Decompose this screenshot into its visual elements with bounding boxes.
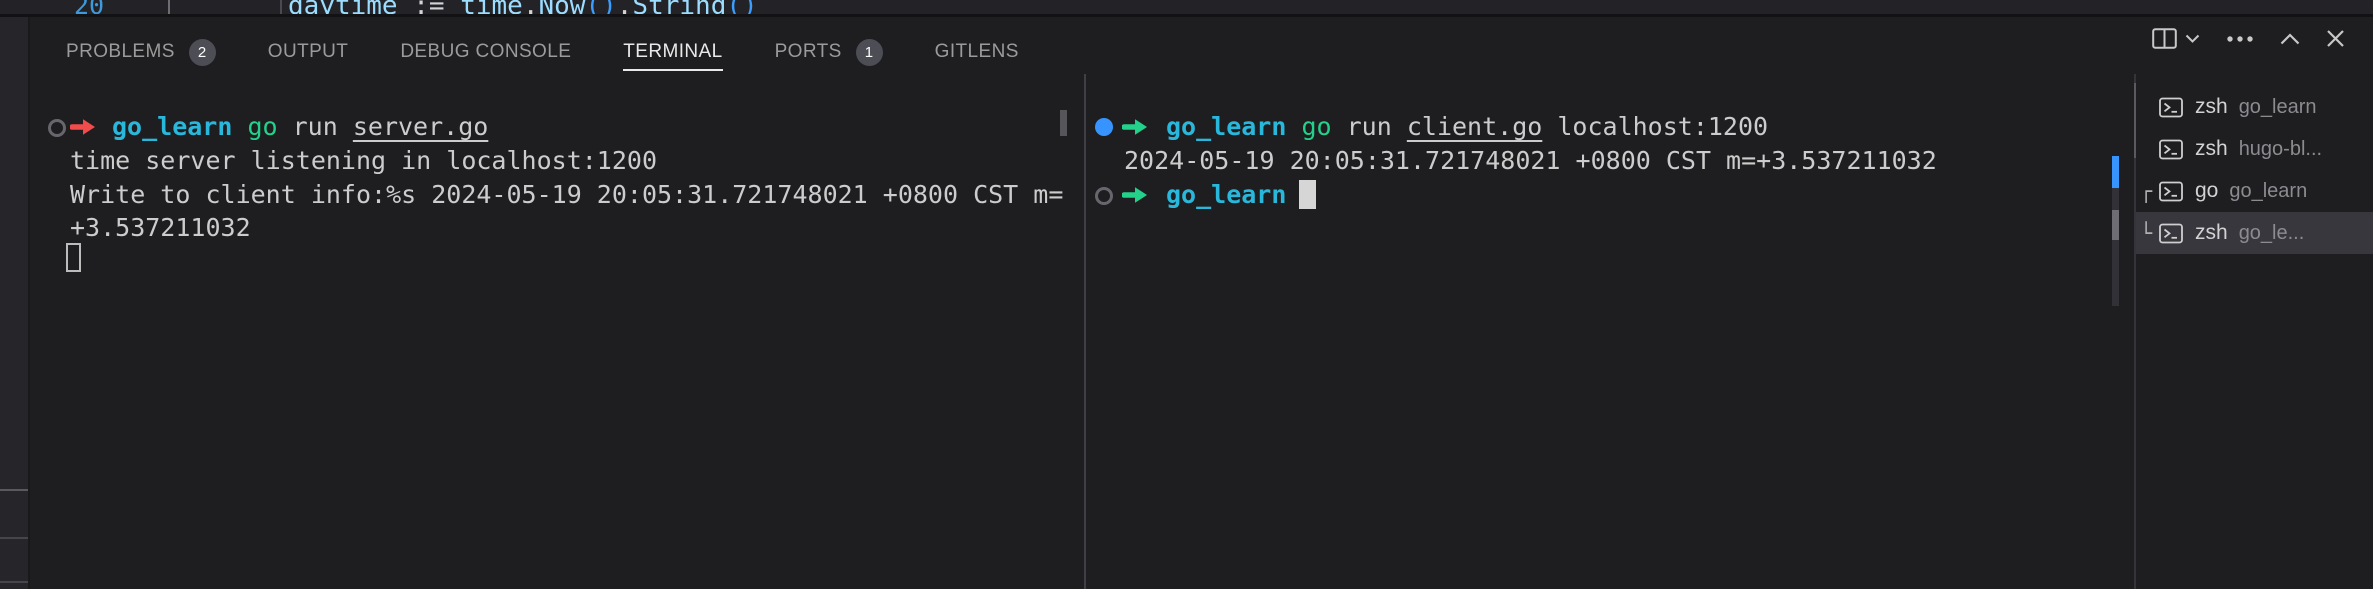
- terminal-prompt-line: go_learn: [1166, 178, 1316, 212]
- close-panel-button[interactable]: [2326, 29, 2345, 48]
- right-terminal-scrollbar-thumb[interactable]: [2112, 210, 2119, 240]
- terminal-list-item-zsh-hugo[interactable]: zsh hugo-bl...: [2136, 128, 2373, 170]
- ellipsis-icon: [2226, 35, 2254, 43]
- maximize-panel-button[interactable]: [2280, 33, 2300, 45]
- background-ui-sliver: [0, 17, 30, 589]
- split-panel-icon: [2152, 28, 2177, 49]
- tab-ports[interactable]: PORTS 1: [775, 30, 883, 74]
- left-terminal-scrollbar[interactable]: [1060, 110, 1067, 136]
- terminal-description: go_learn: [2239, 96, 2317, 119]
- tab-problems[interactable]: PROBLEMS 2: [66, 30, 216, 74]
- divider: [0, 581, 28, 583]
- prompt-cwd: go_learn: [112, 112, 232, 141]
- prompt-cwd: go_learn: [1166, 112, 1286, 141]
- command-decoration-circle[interactable]: [48, 119, 66, 137]
- prompt-file-arg: client.go: [1407, 112, 1542, 141]
- terminal-description: go_learn: [2229, 180, 2307, 203]
- tab-output[interactable]: OUTPUT: [268, 30, 349, 74]
- terminal-icon: [2158, 137, 2184, 162]
- terminal-tabs-list: zsh go_learn zsh hugo-bl... ┌ go go_lear…: [2136, 86, 2373, 254]
- code-token-function: String: [632, 0, 726, 14]
- prompt-arrow-icon: [1122, 185, 1150, 210]
- terminal-cursor-focused: [1299, 180, 1316, 209]
- terminal-list-item-go-go-learn[interactable]: ┌ go go_learn: [2136, 170, 2373, 212]
- editor-strip[interactable]: 20 daytime := time.Now().String(): [0, 0, 2373, 14]
- terminal-shell-label: zsh: [2195, 137, 2228, 161]
- more-actions-button[interactable]: [2226, 35, 2254, 43]
- code-token-variable: daytime: [288, 0, 398, 14]
- prompt-cwd: go_learn: [1166, 180, 1286, 209]
- terminal-split-sash[interactable]: [1084, 74, 1086, 589]
- divider: [0, 489, 28, 491]
- panel-tab-bar: PROBLEMS 2 OUTPUT DEBUG CONSOLE TERMINAL…: [66, 30, 1019, 74]
- terminal-cursor-unfocused: [66, 243, 81, 272]
- tab-gitlens[interactable]: GITLENS: [935, 30, 1019, 74]
- terminal-icon: [2158, 95, 2184, 120]
- command-decoration-circle[interactable]: [1095, 187, 1113, 205]
- terminal-description: go_le...: [2239, 222, 2305, 245]
- terminal-shell-label: zsh: [2195, 221, 2228, 245]
- prompt-command: go: [1286, 112, 1331, 141]
- tab-label: TERMINAL: [623, 41, 722, 63]
- tab-label: PORTS: [775, 41, 842, 63]
- prompt-args: run: [278, 112, 353, 141]
- prompt-host-arg: localhost:1200: [1542, 112, 1768, 141]
- problems-count-badge: 2: [189, 39, 216, 66]
- code-token-parens: (): [585, 0, 616, 14]
- terminal-icon: [2158, 179, 2184, 204]
- terminal-output-line: time server listening in localhost:1200: [70, 144, 657, 178]
- split-group-prefix: ┌: [2140, 179, 2158, 203]
- code-token-parens: (): [726, 0, 757, 14]
- split-group-prefix: └: [2140, 221, 2158, 245]
- panel-top-border: [0, 14, 2373, 17]
- terminal-output-line: Write to client info:%s 2024-05-19 20:05…: [70, 178, 1063, 212]
- tab-label: OUTPUT: [268, 41, 349, 63]
- code-token-package: time: [460, 0, 523, 14]
- panel-actions: [2152, 28, 2345, 49]
- code-token-function: Now: [538, 0, 585, 14]
- terminal-icon: [2158, 221, 2184, 246]
- tab-label: GITLENS: [935, 41, 1019, 63]
- prompt-arrow-icon: [1122, 117, 1150, 142]
- chevron-down-icon: [2185, 34, 2200, 44]
- terminal-output-line: 2024-05-19 20:05:31.721748021 +0800 CST …: [1124, 144, 1937, 178]
- terminal-description: hugo-bl...: [2239, 138, 2322, 161]
- editor-line-number: 20: [74, 0, 104, 14]
- vscode-panel: { "editor": { "line_number": "20", "code…: [0, 0, 2373, 589]
- prompt-command: go: [232, 112, 277, 141]
- terminal-list-item-zsh-go-learn[interactable]: zsh go_learn: [2136, 86, 2373, 128]
- prompt-file-arg: server.go: [353, 112, 488, 141]
- scrollbar-command-decoration: [2112, 156, 2119, 188]
- tab-terminal[interactable]: TERMINAL: [623, 30, 722, 74]
- editor-indent-guide: [168, 0, 170, 14]
- editor-code-line: daytime := time.Now().String(): [288, 0, 758, 14]
- terminal-shell-label: zsh: [2195, 95, 2228, 119]
- code-token-dot: .: [523, 0, 539, 14]
- ports-count-badge: 1: [856, 39, 883, 66]
- command-decoration-circle[interactable]: [1095, 118, 1113, 136]
- tab-label: PROBLEMS: [66, 41, 175, 63]
- terminal-list-item-zsh-go-learn-selected[interactable]: └ zsh go_le...: [2136, 212, 2373, 254]
- code-token-assign: :=: [398, 0, 461, 14]
- terminal-prompt-line: go_learn go run client.go localhost:1200: [1166, 110, 1768, 144]
- prompt-args: run: [1332, 112, 1407, 141]
- prompt-arrow-icon: [70, 117, 98, 142]
- terminal-shell-label: go: [2195, 179, 2218, 203]
- split-terminal-button[interactable]: [2152, 28, 2200, 49]
- code-token-dot: .: [617, 0, 633, 14]
- editor-indent-guide: [280, 0, 282, 14]
- tab-label: DEBUG CONSOLE: [400, 41, 571, 63]
- tab-debug-console[interactable]: DEBUG CONSOLE: [400, 30, 571, 74]
- terminal-output-line: +3.537211032: [70, 211, 251, 245]
- chevron-up-icon: [2280, 33, 2300, 45]
- close-icon: [2326, 29, 2345, 48]
- terminal-prompt-line: go_learn go run server.go: [112, 110, 488, 144]
- divider: [0, 537, 28, 539]
